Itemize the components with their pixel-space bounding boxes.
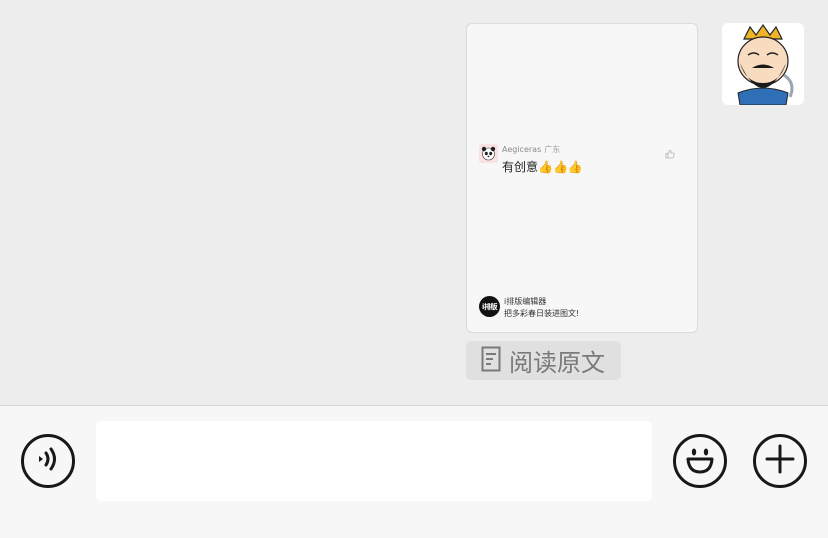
brand-name: i排版编辑器 [504, 297, 547, 306]
plus-icon [765, 444, 795, 478]
comment-location: 广东 [544, 145, 561, 154]
brand-slogan: 把多彩春日装进图文! [504, 309, 580, 318]
voice-icon [33, 444, 63, 478]
thumbs-up-icon[interactable] [665, 144, 675, 159]
comment-meta: Aegiceras 广东 [502, 144, 560, 155]
more-button[interactable] [753, 434, 807, 488]
smiley-icon [682, 441, 718, 481]
article-card-message[interactable]: Aegiceras 广东 有创意👍👍👍 i排版 i排版编辑器 把多彩春日装进图文! [466, 23, 698, 333]
input-bar [0, 405, 828, 538]
voice-button[interactable] [21, 434, 75, 488]
brand-logo: i排版 [479, 296, 500, 317]
comment-text: 有创意👍👍👍 [502, 160, 583, 174]
read-original-label: 阅读原文 [509, 349, 605, 377]
panda-avatar-icon [479, 144, 498, 163]
message-input[interactable] [96, 421, 652, 501]
emoji-button[interactable] [673, 434, 727, 488]
cartoon-king-avatar-icon[interactable] [722, 23, 804, 105]
document-icon [481, 346, 501, 376]
comment-username: Aegiceras [502, 145, 542, 154]
chat-message-area: Aegiceras 广东 有创意👍👍👍 i排版 i排版编辑器 把多彩春日装进图文!… [0, 0, 828, 405]
read-original-button[interactable]: 阅读原文 [466, 341, 621, 380]
